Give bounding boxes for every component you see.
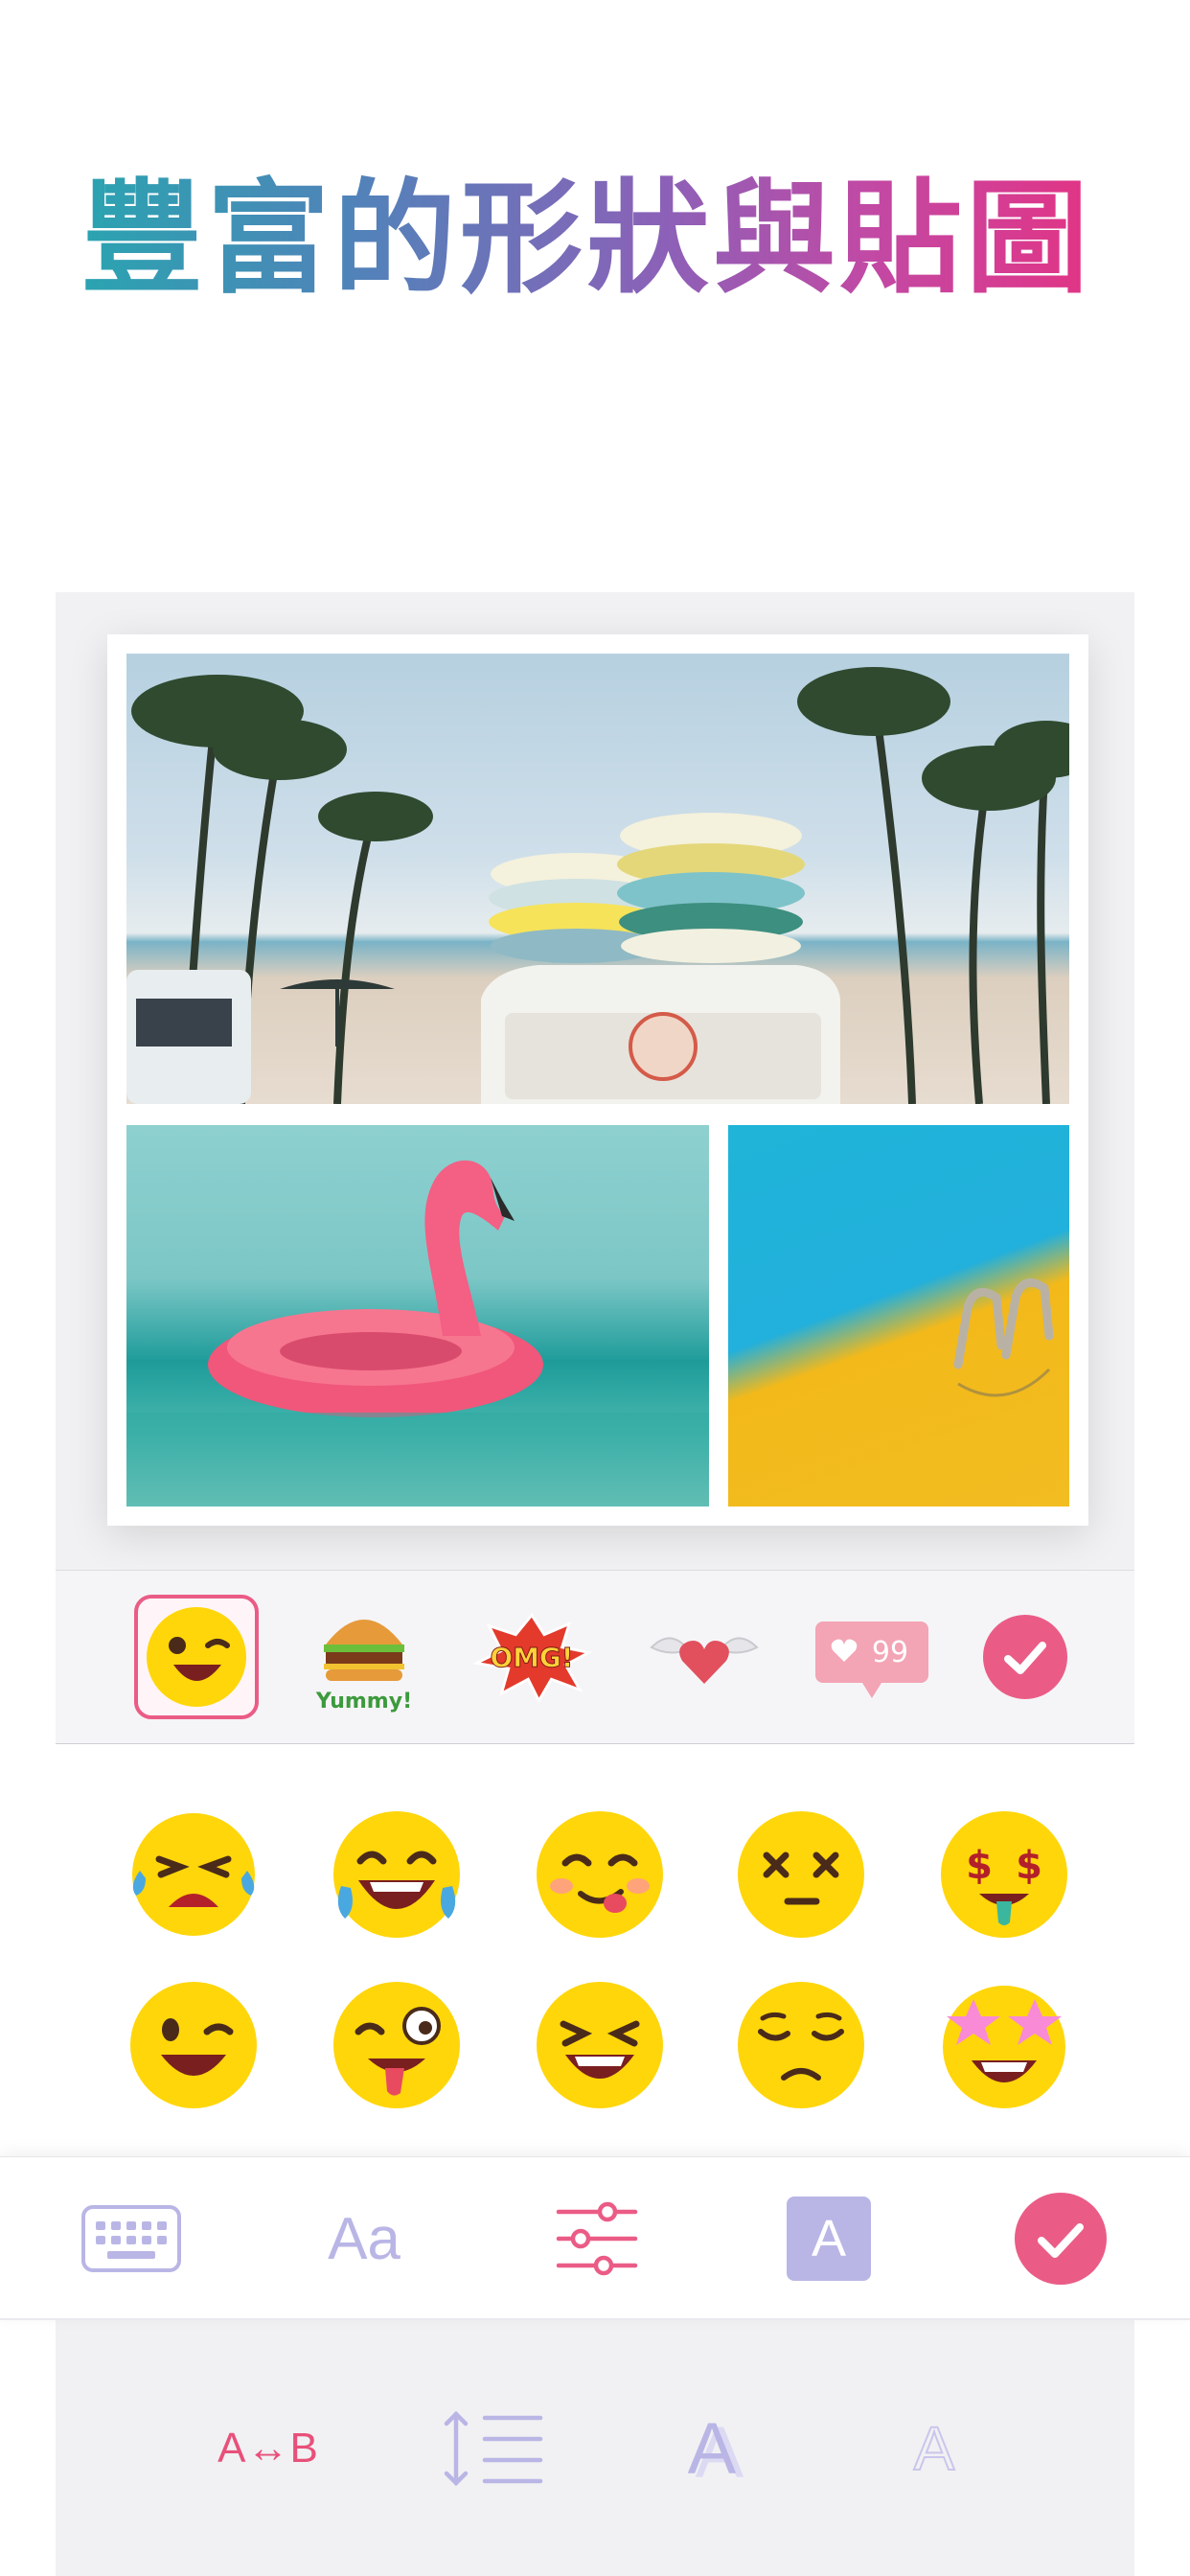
tears-of-joy-emoji[interactable] — [326, 1802, 468, 1944]
confirm-text-button[interactable] — [1008, 2193, 1113, 2285]
pensive-emoji[interactable] — [730, 1974, 872, 2116]
crying-laughing-emoji[interactable] — [123, 1802, 264, 1944]
yummy-label: Yummy! — [315, 1690, 412, 1714]
adjust-button[interactable] — [544, 2195, 650, 2283]
food-category-tab[interactable]: Yummy! — [302, 1595, 426, 1719]
flamingo-photo[interactable] — [126, 1125, 709, 1506]
yum-emoji[interactable] — [529, 1802, 671, 1944]
like-counter-icon: 99 — [815, 1622, 928, 1698]
text-outline-label: A — [913, 2413, 956, 2484]
keyboard-button[interactable] — [79, 2195, 184, 2283]
page-headline: 豐富的形狀與貼圖 — [80, 163, 1134, 316]
text-shadow-button[interactable]: A — [640, 2396, 784, 2501]
checkmark-icon — [1015, 2193, 1107, 2285]
zany-face-emoji[interactable] — [326, 1974, 468, 2116]
text-background-swatch: A — [787, 2196, 871, 2281]
sliders-icon — [556, 2201, 638, 2276]
comic-category-tab[interactable]: OMG! — [469, 1595, 594, 1719]
social-category-tab[interactable]: 99 — [810, 1595, 934, 1719]
wink-emoji[interactable] — [123, 1974, 264, 2116]
line-spacing-icon — [444, 2410, 543, 2487]
line-spacing-button[interactable] — [422, 2396, 565, 2501]
emoji-category-tab[interactable] — [134, 1595, 259, 1719]
dizzy-face-emoji[interactable] — [730, 1802, 872, 1944]
text-background-button[interactable]: A — [776, 2195, 881, 2283]
wink-emoji-icon — [147, 1607, 246, 1707]
swap-label: A↔B — [217, 2425, 319, 2472]
winged-heart-icon — [650, 1637, 759, 1684]
text-outline-button[interactable]: A — [862, 2396, 1006, 2501]
omg-burst-icon: OMG! — [471, 1612, 593, 1704]
svg-text:$: $ — [1016, 1844, 1042, 1888]
svg-text:$: $ — [966, 1844, 993, 1888]
text-background-label: A — [811, 2210, 847, 2267]
like-count-label: 99 — [872, 1636, 908, 1669]
keyboard-icon — [81, 2205, 181, 2272]
pool-photo[interactable] — [728, 1125, 1069, 1506]
font-button[interactable]: Aa — [311, 2195, 417, 2283]
burger-sticker-icon: Yummy! — [315, 1620, 412, 1714]
grinning-squint-emoji[interactable] — [529, 1974, 671, 2116]
text-shadow-label: A — [687, 2407, 737, 2490]
checkmark-icon — [983, 1615, 1067, 1699]
money-mouth-emoji[interactable]: $ $ — [933, 1802, 1075, 1944]
font-label: Aa — [328, 2205, 400, 2272]
beach-photo[interactable] — [126, 654, 1069, 1104]
omg-label: OMG! — [491, 1642, 574, 1673]
swap-text-button[interactable]: A↔B — [196, 2396, 340, 2501]
confirm-sticker-button[interactable] — [963, 1595, 1087, 1719]
star-struck-emoji[interactable] — [933, 1974, 1075, 2116]
love-category-tab[interactable] — [642, 1595, 767, 1719]
